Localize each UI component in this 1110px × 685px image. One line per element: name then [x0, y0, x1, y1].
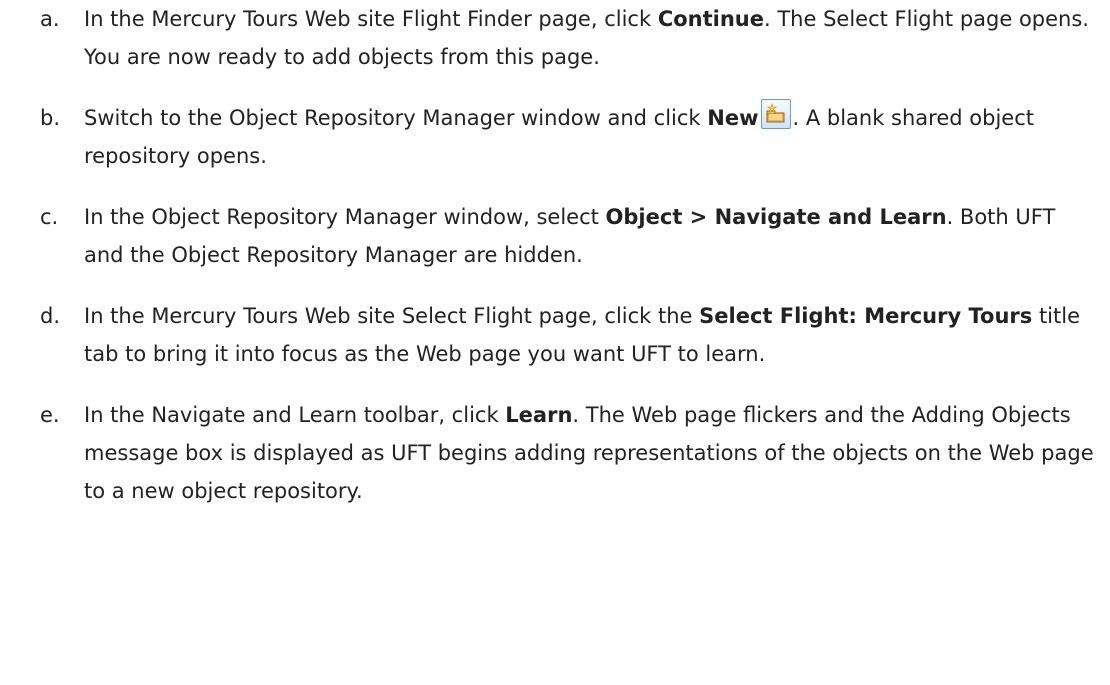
- learn-label: Learn: [505, 403, 573, 427]
- step-c: c. In the Object Repository Manager wind…: [40, 198, 1100, 274]
- step-text: In the Navigate and Learn toolbar, click: [84, 403, 506, 427]
- continue-label: Continue: [657, 7, 764, 31]
- select-flight-title-label: Select Flight: Mercury Tours: [699, 304, 1033, 328]
- instruction-steps: a. In the Mercury Tours Web site Flight …: [40, 0, 1100, 533]
- navigate-and-learn-label: Object > Navigate and Learn: [605, 205, 947, 229]
- step-e: e. In the Navigate and Learn toolbar, cl…: [40, 396, 1100, 510]
- step-text: Switch to the Object Repository Manager …: [84, 106, 708, 130]
- step-text: In the Mercury Tours Web site Flight Fin…: [84, 7, 658, 31]
- step-letter: a.: [40, 7, 60, 31]
- new-repository-icon: [761, 99, 792, 129]
- new-label: New: [707, 106, 759, 130]
- step-d: d. In the Mercury Tours Web site Select …: [40, 297, 1100, 373]
- step-letter: e.: [40, 403, 60, 427]
- step-a: a. In the Mercury Tours Web site Flight …: [40, 0, 1100, 76]
- step-text: In the Mercury Tours Web site Select Fli…: [84, 304, 700, 328]
- step-text: In the Object Repository Manager window,…: [84, 205, 606, 229]
- step-b: b. Switch to the Object Repository Manag…: [40, 99, 1100, 175]
- step-letter: d.: [40, 304, 61, 328]
- step-letter: c.: [40, 205, 59, 229]
- step-letter: b.: [40, 106, 61, 130]
